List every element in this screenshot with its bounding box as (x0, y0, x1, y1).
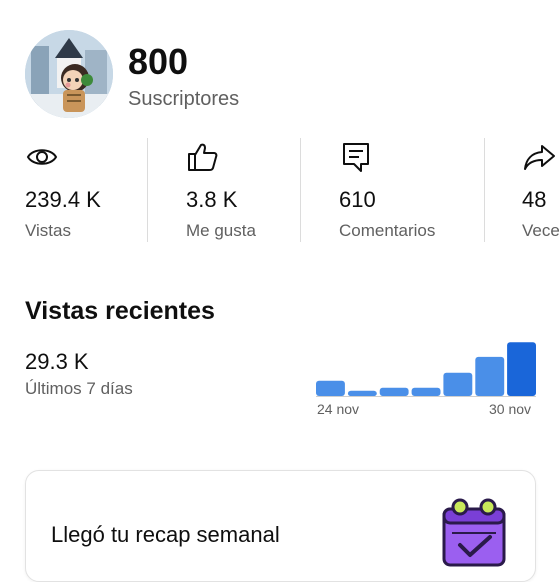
recent-views-title: Vistas recientes (25, 297, 215, 325)
chart-bar-24-nov[interactable] (316, 380, 345, 396)
tick-label-start: 24 nov (317, 401, 360, 417)
stat-value: 48 (522, 187, 547, 212)
stat-views[interactable]: 239.4 K Vistas (25, 138, 135, 244)
stat-label: Comentarios (339, 221, 436, 240)
subscriber-count: 800 (128, 41, 189, 82)
stat-label: Me gusta (186, 221, 256, 240)
chart-bar-26-nov[interactable] (379, 387, 409, 396)
recent-views-period: Últimos 7 días (25, 379, 133, 398)
stat-value: 239.4 K (25, 187, 101, 212)
tick-label-end: 30 nov (489, 401, 532, 417)
stat-comments[interactable]: 610 Comentarios (339, 138, 469, 244)
weekly-recap-card[interactable]: Llegó tu recap semanal (25, 470, 536, 582)
stat-value: 610 (339, 187, 376, 212)
chart-baseline (316, 396, 536, 397)
share-icon (522, 140, 556, 174)
subscriber-label: Suscriptores (128, 88, 240, 110)
chart-bar-30-nov[interactable] (507, 342, 536, 396)
chart-bar-27-nov[interactable] (411, 387, 441, 396)
eye-icon (25, 140, 59, 174)
stat-likes[interactable]: 3.8 K Me gusta (186, 138, 286, 244)
stat-label: Veces compartido (522, 221, 560, 240)
calendar-check-icon (438, 495, 510, 567)
recap-card-text: Llegó tu recap semanal (51, 522, 280, 547)
stat-divider (147, 138, 148, 242)
chart-bar-29-nov[interactable] (475, 356, 505, 396)
channel-avatar[interactable] (25, 30, 113, 118)
stat-label: Vistas (25, 221, 71, 240)
recent-views-chart[interactable] (316, 340, 536, 396)
recent-views-value: 29.3 K (25, 349, 89, 374)
stat-divider (484, 138, 485, 242)
stat-divider (300, 138, 301, 242)
comment-icon (339, 140, 373, 174)
stat-value: 3.8 K (186, 187, 238, 212)
stat-shares[interactable]: 48 Veces compartido (522, 138, 560, 244)
chart-bar-28-nov[interactable] (443, 372, 473, 396)
stats-row: 239.4 K Vistas 3.8 K Me gusta 610 Coment… (0, 138, 560, 244)
thumbs-up-icon (186, 140, 220, 174)
